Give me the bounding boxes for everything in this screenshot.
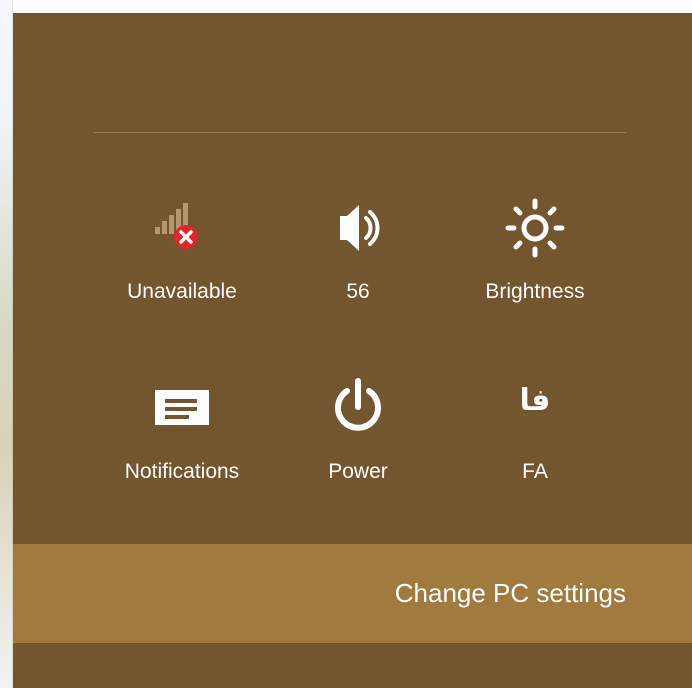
power-label: Power [328, 460, 388, 483]
brightness-label: Brightness [485, 280, 585, 303]
settings-charm-panel: Unavailable 56 Brightness Notifications … [13, 13, 692, 688]
notifications-tile[interactable]: Notifications [97, 373, 267, 503]
network-unavailable-icon [155, 203, 198, 249]
network-tile[interactable]: Unavailable [97, 193, 267, 323]
keyboard-language-label: FA [522, 460, 548, 483]
change-pc-settings-button[interactable]: Change PC settings [13, 544, 692, 643]
notifications-icon [155, 390, 209, 425]
panel-divider [94, 132, 626, 133]
volume-tile[interactable]: 56 [273, 193, 443, 323]
volume-label: 56 [346, 280, 370, 303]
brightness-tile[interactable]: Brightness [450, 193, 620, 323]
desktop-background-strip [0, 0, 13, 688]
network-label: Unavailable [127, 280, 237, 303]
brightness-icon [505, 198, 565, 258]
power-icon [335, 378, 381, 431]
power-tile[interactable]: Power [273, 373, 443, 503]
change-pc-settings-label: Change PC settings [394, 578, 626, 608]
screen: Unavailable 56 Brightness Notifications … [0, 0, 692, 688]
keyboard-language-icon: فا [519, 383, 551, 418]
keyboard-language-tile[interactable]: فا FA [450, 373, 620, 503]
notifications-label: Notifications [124, 460, 240, 483]
volume-icon [340, 205, 380, 251]
